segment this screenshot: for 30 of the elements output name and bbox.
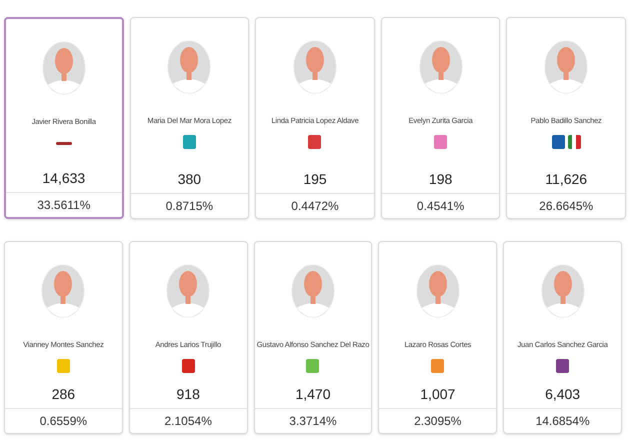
- vote-percentage: 14.6854%: [536, 413, 590, 430]
- vote-percentage: 0.4541%: [416, 198, 464, 215]
- avatar-icon: [418, 40, 463, 94]
- avatar-icon: [416, 264, 460, 318]
- vote-percentage: 26.6645%: [539, 198, 594, 215]
- vote-count: 198: [428, 170, 452, 189]
- vote-percentage: 2.1054%: [164, 413, 212, 430]
- avatar-icon: [166, 264, 210, 318]
- vote-count: 1,470: [295, 385, 331, 404]
- vote-percentage: 0.6559%: [40, 413, 88, 430]
- vote-percentage: 0.4472%: [291, 198, 339, 215]
- avatar-icon: [544, 40, 588, 94]
- avatar-icon: [290, 264, 335, 318]
- vote-percentage: 33.5611%: [37, 197, 90, 214]
- vote-count: 918: [176, 385, 200, 404]
- vote-count: 195: [303, 170, 327, 189]
- avatar-icon: [540, 264, 585, 318]
- avatar-icon: [41, 264, 86, 318]
- vote-count: 11,626: [545, 170, 588, 189]
- vote-percentage: 3.3714%: [289, 413, 337, 430]
- vote-count: 6,403: [545, 385, 580, 404]
- avatar-icon: [42, 41, 86, 95]
- vote-count: 14,633: [42, 169, 86, 188]
- vote-count: 1,007: [420, 385, 456, 404]
- avatar-icon: [167, 40, 212, 94]
- vote-percentage: 0.8715%: [166, 198, 214, 215]
- avatar-icon: [292, 40, 337, 94]
- vote-percentage: 2.3095%: [414, 413, 462, 430]
- vote-count: 380: [178, 170, 202, 189]
- vote-count: 286: [52, 385, 76, 404]
